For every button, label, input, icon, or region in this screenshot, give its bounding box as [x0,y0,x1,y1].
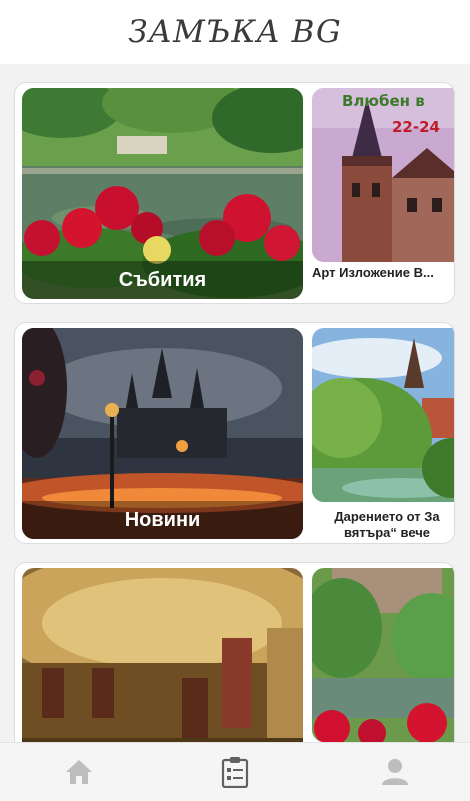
nav-home-button[interactable] [62,755,96,789]
home-icon [66,760,92,784]
news-item-title-line2: вятъра“ вече [343,525,431,540]
bottom-navigation [0,742,470,801]
event-item-title[interactable]: Арт Изложение В... [312,265,454,280]
app-title: ЗАМЪКА BG [128,14,342,50]
event-item-card[interactable]: Влюбен в 22-24 [312,88,454,262]
place-item-card[interactable] [312,568,454,742]
places-card[interactable] [22,568,303,761]
nav-list-button[interactable] [218,755,252,789]
castle-event-image: Влюбен в 22-24 [312,88,454,262]
park-flowers-image [312,568,454,742]
news-card[interactable]: Новини [22,328,303,539]
events-card[interactable]: Събития [22,88,303,299]
section-events: Събития Влюбен в 22-24 Арт Изложение В..… [14,82,455,304]
clipboard-list-icon [221,757,249,788]
section-places [14,562,455,762]
events-caption: Събития [22,261,303,299]
news-item-title-line1: Дарението от За [334,509,440,524]
user-icon [382,759,408,785]
app-header: ЗАМЪКА BG [0,0,470,64]
golden-hall-image [22,568,303,761]
news-item-card[interactable] [312,328,454,502]
banner-date-text: 22-24 [392,118,440,136]
news-caption: Новини [22,501,303,539]
garden-castle-image [312,328,454,502]
news-item-title[interactable]: Дарението от За вятъра“ вече [312,509,454,541]
nav-profile-button[interactable] [378,755,412,789]
section-news: Новини Дарението от За вятъра“ вече [14,322,455,544]
banner-title-text: Влюбен в [342,92,425,110]
